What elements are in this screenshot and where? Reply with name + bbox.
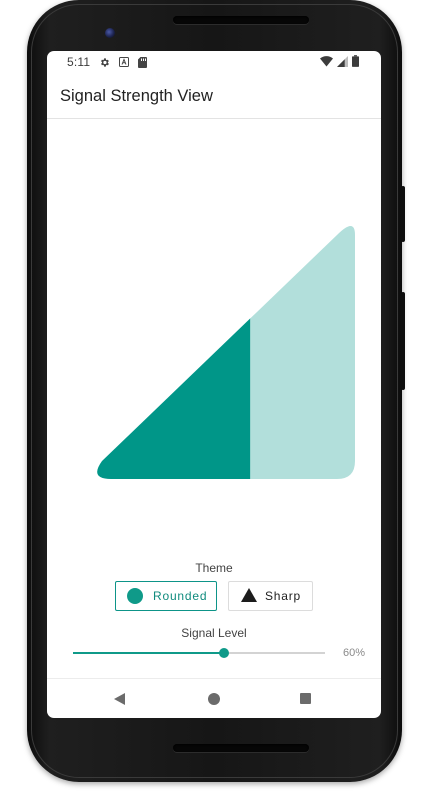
wifi-icon xyxy=(320,55,333,70)
status-right-icons xyxy=(320,55,359,70)
page-title: Signal Strength View xyxy=(60,87,213,105)
status-time: 5:11 xyxy=(67,55,91,69)
slider-thumb[interactable] xyxy=(219,648,230,658)
gear-icon xyxy=(99,57,110,68)
status-bar: 5:11 xyxy=(47,51,381,73)
back-icon[interactable] xyxy=(114,693,125,705)
theme-label: Theme xyxy=(195,561,233,575)
recents-icon[interactable] xyxy=(300,693,311,704)
front-camera xyxy=(105,28,115,38)
theme-sharp-button[interactable]: Sharp xyxy=(228,581,313,611)
device-screen: 5:11 Signal Strength View Theme Rounded … xyxy=(47,51,381,718)
bottom-speaker-grille xyxy=(173,744,309,752)
app-bar: Signal Strength View xyxy=(47,73,381,119)
font-a-icon xyxy=(119,57,130,67)
slider-track-fill xyxy=(73,652,225,654)
cell-signal-icon xyxy=(337,55,348,70)
power-button[interactable] xyxy=(401,186,405,242)
theme-rounded-button[interactable]: Rounded xyxy=(115,581,217,611)
top-speaker-grille xyxy=(173,16,309,24)
home-icon[interactable] xyxy=(208,693,220,705)
theme-toggle-group: Rounded Sharp xyxy=(115,581,313,611)
signal-level-value: 60% xyxy=(343,647,366,659)
theme-sharp-label: Sharp xyxy=(265,589,302,603)
theme-rounded-label: Rounded xyxy=(153,589,208,603)
triangle-icon xyxy=(241,588,257,602)
signal-level-slider[interactable] xyxy=(73,645,325,661)
volume-rocker[interactable] xyxy=(401,292,405,390)
system-nav-bar xyxy=(47,679,381,718)
signal-strength-view xyxy=(97,226,355,479)
battery-icon xyxy=(352,55,359,70)
sd-card-icon xyxy=(138,56,148,68)
signal-level-label: Signal Level xyxy=(181,626,247,640)
circle-icon xyxy=(127,588,143,604)
